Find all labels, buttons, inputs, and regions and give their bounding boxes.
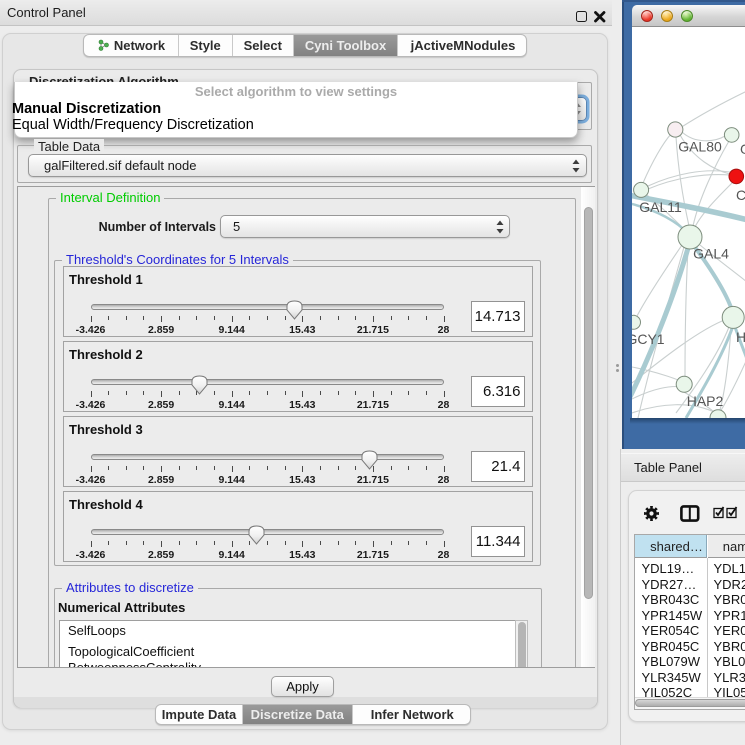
svg-text:GAL80: GAL80 [678, 139, 722, 155]
svg-text:GAL7: GAL7 [740, 141, 745, 157]
svg-text:HAP2: HAP2 [687, 393, 724, 409]
svg-text:GAL4: GAL4 [693, 246, 729, 262]
svg-text:HM: HM [736, 329, 745, 345]
svg-text:CY: CY [736, 187, 745, 203]
svg-text:GCY1: GCY1 [632, 331, 665, 347]
svg-text:GAL11: GAL11 [639, 199, 682, 215]
